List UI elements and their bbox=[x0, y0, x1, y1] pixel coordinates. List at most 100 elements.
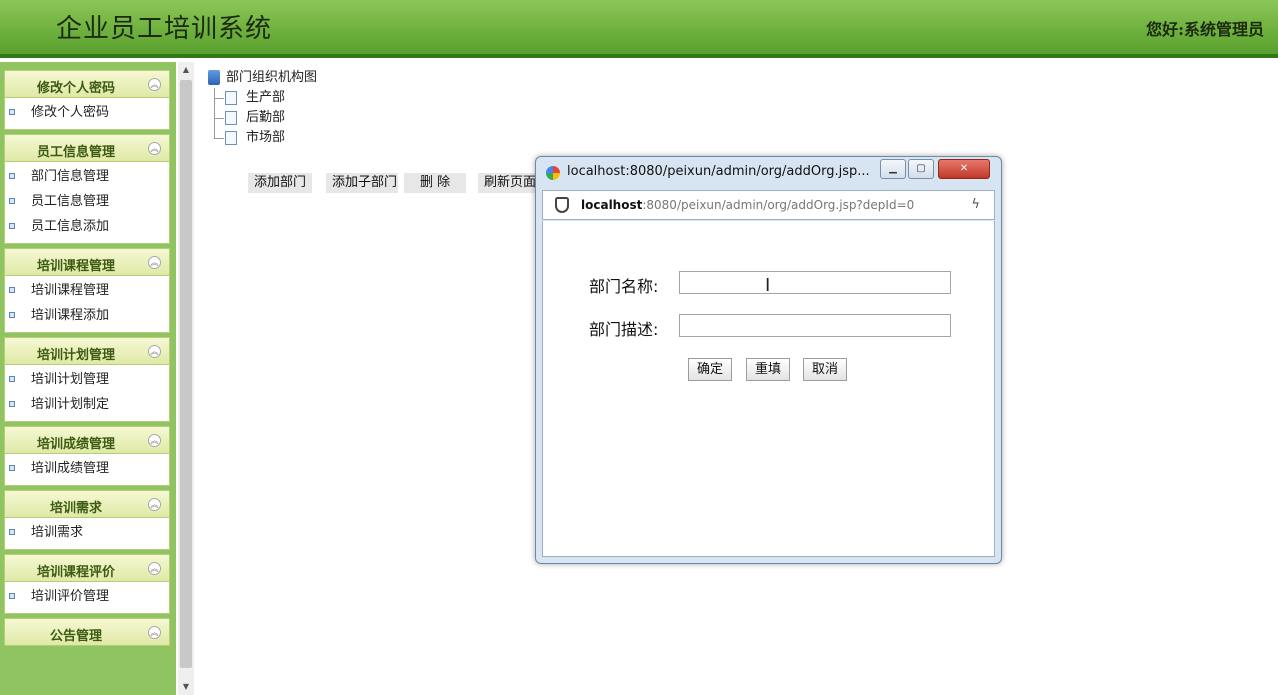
app-title: 企业员工培训系统 bbox=[56, 14, 273, 44]
lightning-icon[interactable]: ϟ bbox=[971, 197, 980, 212]
sidebar-group-header[interactable]: 培训课程管理 ︽ bbox=[4, 248, 170, 276]
scrollbar-thumb[interactable] bbox=[180, 80, 192, 668]
sidebar-group-header[interactable]: 员工信息管理 ︽ bbox=[4, 134, 170, 162]
sidebar-item-evaluation-manage[interactable]: 培训评价管理 bbox=[5, 584, 169, 609]
collapse-chevron-icon[interactable]: ︽ bbox=[148, 626, 161, 639]
delete-button[interactable]: 删 除 bbox=[404, 173, 467, 193]
dept-name-label: 部门名称: bbox=[589, 277, 659, 296]
bullet-icon bbox=[9, 223, 15, 229]
collapse-chevron-icon[interactable]: ︽ bbox=[148, 256, 161, 269]
popup-titlebar[interactable]: localhost:8080/peixun/admin/org/addOrg.j… bbox=[536, 157, 1001, 187]
scroll-down-icon[interactable]: ▼ bbox=[178, 679, 194, 695]
url-text: localhost:8080/peixun/admin/org/addOrg.j… bbox=[581, 198, 915, 212]
sidebar-group-title: 公告管理 bbox=[49, 629, 102, 644]
sidebar-item-dept-info[interactable]: 部门信息管理 bbox=[5, 164, 169, 189]
org-tree: 部门组织机构图 生产部 后勤部 市场部 bbox=[206, 68, 317, 148]
close-icon[interactable]: ✕ bbox=[938, 159, 990, 179]
app-header: 企业员工培训系统 您好:系统管理员 bbox=[0, 0, 1278, 58]
dept-desc-label: 部门描述: bbox=[589, 320, 659, 339]
dept-name-input[interactable] bbox=[679, 271, 951, 294]
sidebar-item-plan-manage[interactable]: 培训计划管理 bbox=[5, 367, 169, 392]
bullet-icon bbox=[9, 465, 15, 471]
sidebar-group-header[interactable]: 培训需求 ︽ bbox=[4, 490, 170, 518]
sidebar-item-course-add[interactable]: 培训课程添加 bbox=[5, 303, 169, 328]
collapse-chevron-icon[interactable]: ︽ bbox=[148, 345, 161, 358]
tree-root-label: 部门组织机构图 bbox=[226, 70, 318, 85]
tree-node-label: 生产部 bbox=[246, 90, 286, 105]
sidebar-group-header[interactable]: 公告管理 ︽ bbox=[4, 618, 170, 646]
sidebar: 修改个人密码 ︽ 修改个人密码 员工信息管理 ︽ 部门信息管理 员工信息管理 员… bbox=[0, 62, 176, 695]
document-icon bbox=[225, 131, 237, 145]
minimize-icon[interactable]: ▁ bbox=[880, 159, 906, 179]
sidebar-group-body: 培训需求 bbox=[4, 518, 170, 550]
popup-title: localhost:8080/peixun/admin/org/addOrg.j… bbox=[567, 164, 870, 179]
sidebar-group-title: 培训课程管理 bbox=[36, 259, 115, 274]
collapse-chevron-icon[interactable]: ︽ bbox=[148, 142, 161, 155]
shield-icon bbox=[555, 197, 569, 213]
sidebar-group-body: 培训评价管理 bbox=[4, 582, 170, 614]
tree-line bbox=[214, 98, 224, 99]
address-bar[interactable]: localhost:8080/peixun/admin/org/addOrg.j… bbox=[542, 190, 995, 220]
tree-line bbox=[214, 138, 224, 139]
bullet-icon bbox=[9, 529, 15, 535]
bullet-icon bbox=[9, 287, 15, 293]
sidebar-group-title: 员工信息管理 bbox=[36, 145, 115, 160]
sidebar-group-title: 培训课程评价 bbox=[36, 565, 115, 580]
bullet-icon bbox=[9, 173, 15, 179]
collapse-chevron-icon[interactable]: ︽ bbox=[148, 562, 161, 575]
tree-line bbox=[214, 128, 215, 138]
bullet-icon bbox=[9, 312, 15, 318]
sidebar-group-header[interactable]: 培训计划管理 ︽ bbox=[4, 337, 170, 365]
collapse-chevron-icon[interactable]: ︽ bbox=[148, 434, 161, 447]
sidebar-item-score-manage[interactable]: 培训成绩管理 bbox=[5, 456, 169, 481]
add-dept-popup-window: localhost:8080/peixun/admin/org/addOrg.j… bbox=[535, 156, 1002, 564]
sidebar-group-title: 培训需求 bbox=[49, 501, 102, 516]
document-icon bbox=[225, 91, 237, 105]
tree-root[interactable]: 部门组织机构图 bbox=[206, 68, 317, 88]
bullet-icon bbox=[9, 593, 15, 599]
popup-content: 部门名称: I 部门描述: 确定 重填 取消 bbox=[542, 221, 995, 557]
sidebar-item-course-manage[interactable]: 培训课程管理 bbox=[5, 278, 169, 303]
add-sub-dept-button[interactable]: 添加子部门 bbox=[326, 173, 398, 193]
sidebar-group-title: 修改个人密码 bbox=[36, 81, 115, 96]
tree-node[interactable]: 生产部 bbox=[206, 88, 317, 108]
sidebar-group-header[interactable]: 培训成绩管理 ︽ bbox=[4, 426, 170, 454]
text-cursor-icon: I bbox=[765, 275, 771, 296]
maximize-icon[interactable]: ▢ bbox=[908, 159, 934, 179]
bullet-icon bbox=[9, 401, 15, 407]
dept-desc-input[interactable] bbox=[679, 314, 951, 337]
confirm-button[interactable]: 确定 bbox=[688, 358, 733, 381]
sidebar-group-header[interactable]: 修改个人密码 ︽ bbox=[4, 70, 170, 98]
document-icon bbox=[225, 111, 237, 125]
sidebar-item-employee-info[interactable]: 员工信息管理 bbox=[5, 189, 169, 214]
sidebar-group-body: 修改个人密码 bbox=[4, 98, 170, 130]
browser-logo-icon bbox=[546, 166, 560, 180]
sidebar-item-training-needs[interactable]: 培训需求 bbox=[5, 520, 169, 545]
sidebar-item-employee-add[interactable]: 员工信息添加 bbox=[5, 214, 169, 239]
sidebar-group-body: 培训课程管理 培训课程添加 bbox=[4, 276, 170, 333]
org-chart-icon bbox=[208, 70, 220, 85]
sidebar-group-body: 部门信息管理 员工信息管理 员工信息添加 bbox=[4, 162, 170, 244]
tree-line bbox=[214, 118, 224, 119]
refresh-button[interactable]: 刷新页面 bbox=[478, 173, 536, 193]
sidebar-item-change-password[interactable]: 修改个人密码 bbox=[5, 100, 169, 125]
sidebar-group-title: 培训计划管理 bbox=[36, 348, 115, 363]
sidebar-group-body: 培训成绩管理 bbox=[4, 454, 170, 486]
tree-node-label: 市场部 bbox=[246, 130, 286, 145]
sidebar-group-header[interactable]: 培训课程评价 ︽ bbox=[4, 554, 170, 582]
sidebar-scrollbar[interactable]: ▲ ▼ bbox=[178, 62, 194, 695]
reset-button[interactable]: 重填 bbox=[746, 358, 791, 381]
sidebar-group-title: 培训成绩管理 bbox=[36, 437, 115, 452]
user-greeting: 您好:系统管理员 bbox=[1146, 20, 1264, 39]
scroll-up-icon[interactable]: ▲ bbox=[178, 62, 194, 78]
bullet-icon bbox=[9, 376, 15, 382]
add-dept-button[interactable]: 添加部门 bbox=[248, 173, 313, 193]
tree-node-label: 后勤部 bbox=[246, 110, 286, 125]
collapse-chevron-icon[interactable]: ︽ bbox=[148, 78, 161, 91]
bullet-icon bbox=[9, 198, 15, 204]
collapse-chevron-icon[interactable]: ︽ bbox=[148, 498, 161, 511]
tree-node[interactable]: 市场部 bbox=[206, 128, 317, 148]
cancel-button[interactable]: 取消 bbox=[803, 358, 848, 381]
sidebar-item-plan-create[interactable]: 培训计划制定 bbox=[5, 392, 169, 417]
tree-node[interactable]: 后勤部 bbox=[206, 108, 317, 128]
